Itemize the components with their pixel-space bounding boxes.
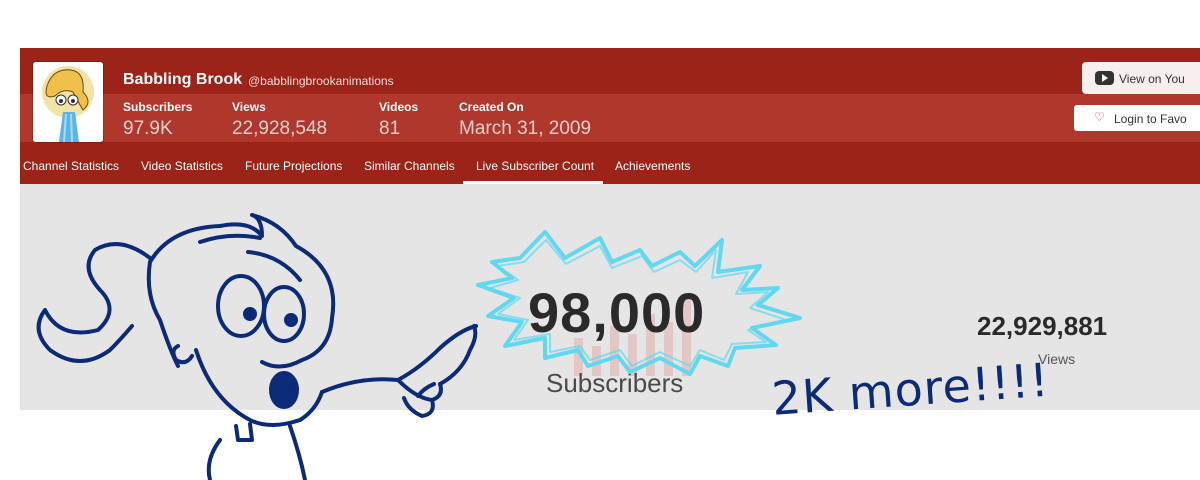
youtube-icon <box>1095 71 1114 85</box>
stat-value-videos: 81 <box>379 118 401 139</box>
tab-video-statistics[interactable]: Video Statistics <box>141 159 223 173</box>
tab-live-subscriber-count[interactable]: Live Subscriber Count <box>476 159 594 173</box>
stat-value-views: 22,928,548 <box>232 118 328 139</box>
stat-value-subscribers: 97.9K <box>123 118 173 139</box>
view-on-youtube-label: View on You <box>1119 72 1185 86</box>
stat-label-created-on: Created On <box>459 100 524 114</box>
tab-channel-statistics[interactable]: Channel Statistics <box>23 159 119 173</box>
tab-achievements[interactable]: Achievements <box>615 159 690 173</box>
stats-bar <box>20 94 1200 142</box>
live-subscriber-label: Subscribers <box>546 368 684 398</box>
active-tab-indicator <box>463 181 603 184</box>
login-to-favorite-label: Login to Favo <box>1114 112 1187 126</box>
stat-label-subscribers: Subscribers <box>123 100 193 114</box>
channel-handle: @babblingbrookanimations <box>248 74 394 88</box>
view-on-youtube-button[interactable]: View on You <box>1082 62 1200 94</box>
stat-label-videos: Videos <box>379 100 419 114</box>
channel-name: Babbling Brook <box>123 71 243 88</box>
heart-icon: ♡ <box>1094 110 1105 124</box>
live-view-count: 22,929,881 <box>977 311 1108 341</box>
stat-label-views: Views <box>232 100 266 114</box>
avatar[interactable] <box>33 62 103 142</box>
live-subscriber-count: 98,000 <box>528 281 706 344</box>
tab-future-projections[interactable]: Future Projections <box>245 159 342 173</box>
login-to-favorite-button[interactable]: ♡ Login to Favo <box>1074 105 1200 131</box>
stat-value-created-on: March 31, 2009 <box>459 118 592 139</box>
tab-similar-channels[interactable]: Similar Channels <box>364 159 455 173</box>
